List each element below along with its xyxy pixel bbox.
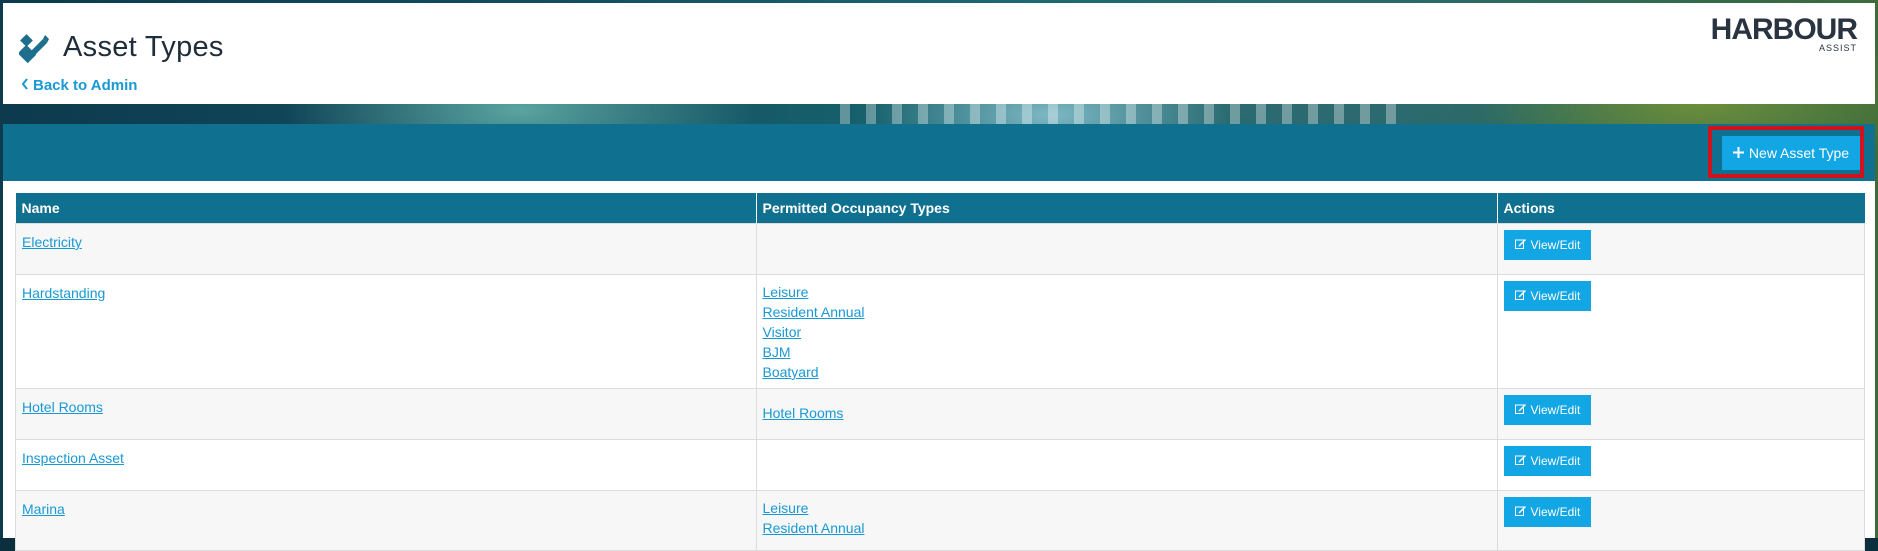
table-row: Hardstanding Leisure Resident Annual Vis… xyxy=(15,274,1865,389)
back-to-admin-link[interactable]: Back to Admin xyxy=(21,77,137,94)
view-edit-button[interactable]: View/Edit xyxy=(1503,230,1592,260)
column-header-occupancy[interactable]: Permitted Occupancy Types xyxy=(756,193,1498,224)
table-row: Electricity View/Edit xyxy=(15,223,1865,275)
occupancy-type-link[interactable]: Boatyard xyxy=(763,362,1491,382)
occupancy-type-link[interactable]: Visitor xyxy=(763,322,1491,342)
table-row: Marina Leisure Resident Annual View/Edit xyxy=(15,490,1865,551)
view-edit-button[interactable]: View/Edit xyxy=(1503,395,1592,425)
actions-cell: View/Edit xyxy=(1496,388,1865,440)
table-row: Hotel Rooms Hotel Rooms View/Edit xyxy=(15,388,1865,440)
name-cell: Inspection Asset xyxy=(15,439,757,491)
edit-icon xyxy=(1514,403,1526,417)
occupancy-cell: Leisure Resident Annual Visitor BJM Boat… xyxy=(755,274,1498,389)
actions-cell: View/Edit xyxy=(1496,223,1865,275)
occupancy-type-link[interactable]: BJM xyxy=(763,342,1491,362)
column-header-actions: Actions xyxy=(1497,193,1865,224)
harbour-assist-logo: HARBOUR ASSIST xyxy=(1710,13,1858,54)
back-to-admin-label: Back to Admin xyxy=(33,77,138,94)
asset-types-table: Name Permitted Occupancy Types Actions E… xyxy=(15,193,1865,551)
page-header: Asset Types Back to Admin HARBOUR ASSIST xyxy=(3,3,1875,104)
occupancy-cell: Hotel Rooms xyxy=(755,388,1498,440)
name-cell: Hotel Rooms xyxy=(15,388,757,440)
view-edit-button[interactable]: View/Edit xyxy=(1503,497,1592,527)
name-cell: Electricity xyxy=(15,223,757,275)
chevron-left-icon xyxy=(21,77,29,94)
occupancy-cell xyxy=(755,223,1498,275)
edit-icon xyxy=(1514,505,1526,519)
column-header-name[interactable]: Name xyxy=(15,193,757,224)
table-header-row: Name Permitted Occupancy Types Actions xyxy=(15,193,1865,224)
page-title: Asset Types xyxy=(63,31,224,63)
actions-cell: View/Edit xyxy=(1496,490,1865,551)
view-edit-label: View/Edit xyxy=(1530,403,1581,417)
edit-icon xyxy=(1514,454,1526,468)
logo-main-text: HARBOUR xyxy=(1710,13,1858,46)
asset-name-link[interactable]: Hotel Rooms xyxy=(22,397,750,417)
occupancy-type-link[interactable]: Resident Annual xyxy=(763,302,1491,322)
page-title-group: Asset Types xyxy=(19,31,224,64)
asset-name-link[interactable]: Inspection Asset xyxy=(22,448,750,468)
actions-cell: View/Edit xyxy=(1496,439,1865,491)
marina-boats-decoration xyxy=(840,104,1400,126)
plus-icon xyxy=(1732,145,1744,161)
asset-name-link[interactable]: Electricity xyxy=(22,232,750,252)
occupancy-cell xyxy=(755,439,1498,491)
new-asset-type-label: New Asset Type xyxy=(1748,145,1850,161)
view-edit-label: View/Edit xyxy=(1530,238,1581,252)
occupancy-cell: Leisure Resident Annual xyxy=(755,490,1498,551)
content-panel: Name Permitted Occupancy Types Actions E… xyxy=(3,181,1875,551)
occupancy-type-link[interactable]: Leisure xyxy=(763,282,1491,302)
edit-icon xyxy=(1514,289,1526,303)
toolbar-bar xyxy=(3,124,1875,181)
view-edit-label: View/Edit xyxy=(1530,454,1581,468)
actions-cell: View/Edit xyxy=(1496,274,1865,389)
asset-name-link[interactable]: Hardstanding xyxy=(22,283,750,303)
name-cell: Hardstanding xyxy=(15,274,757,389)
new-asset-type-button[interactable]: New Asset Type xyxy=(1722,136,1860,170)
view-edit-label: View/Edit xyxy=(1530,505,1581,519)
view-edit-button[interactable]: View/Edit xyxy=(1503,281,1592,311)
occupancy-type-link[interactable]: Resident Annual xyxy=(763,518,1491,538)
asset-name-link[interactable]: Marina xyxy=(22,499,750,519)
edit-icon xyxy=(1514,238,1526,252)
name-cell: Marina xyxy=(15,490,757,551)
view-edit-button[interactable]: View/Edit xyxy=(1503,446,1592,476)
pencil-ruler-icon xyxy=(19,33,49,63)
table-row: Inspection Asset View/Edit xyxy=(15,439,1865,491)
occupancy-type-link[interactable]: Leisure xyxy=(763,498,1491,518)
occupancy-type-link[interactable]: Hotel Rooms xyxy=(763,403,1491,423)
view-edit-label: View/Edit xyxy=(1530,289,1581,303)
